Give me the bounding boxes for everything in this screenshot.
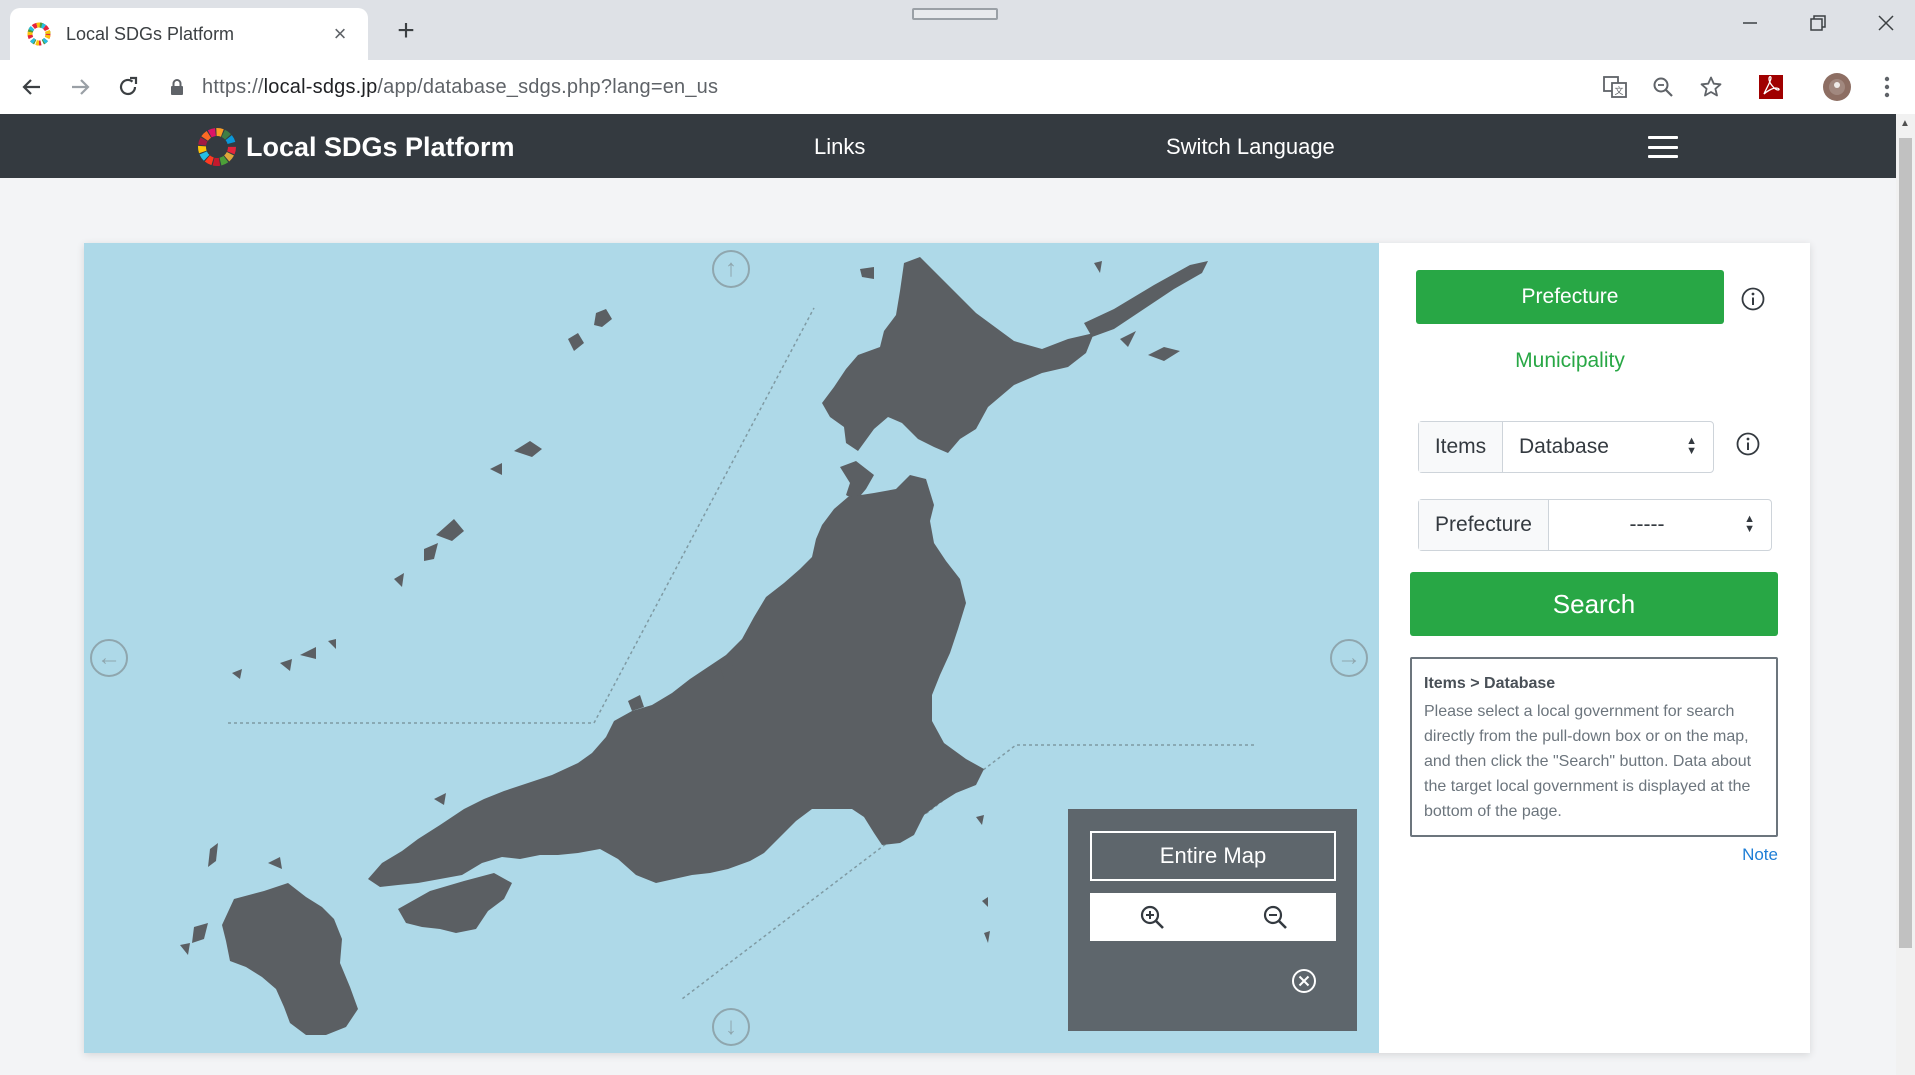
window-close-icon[interactable] — [1866, 12, 1906, 38]
svg-text:文: 文 — [1614, 85, 1623, 97]
tab-close-icon[interactable]: × — [328, 21, 352, 47]
select-caret-icon: ▲ ▼ — [1686, 435, 1697, 457]
back-icon[interactable] — [8, 63, 56, 111]
avatar[interactable] — [1820, 70, 1854, 104]
lock-icon — [171, 79, 183, 95]
municipality-link[interactable]: Municipality — [1416, 349, 1724, 373]
brand-link[interactable]: Local SDGs Platform — [196, 126, 515, 168]
map-pan-down-icon[interactable]: ↓ — [712, 1008, 750, 1046]
nav-link-links[interactable]: Links — [814, 134, 865, 160]
scroll-up-icon[interactable]: ▲ — [1900, 118, 1910, 129]
star-icon[interactable] — [1694, 70, 1728, 104]
scroll-thumb[interactable] — [1899, 138, 1912, 948]
page-scrollbar[interactable]: ▲ — [1896, 114, 1915, 1075]
items-select-group: Items Database ▲ ▼ — [1418, 421, 1714, 473]
select-caret-icon: ▲ ▼ — [1744, 513, 1755, 535]
browser-tab-strip: Local SDGs Platform × + — [0, 0, 1915, 60]
map-pan-right-icon[interactable]: → — [1330, 639, 1368, 677]
translate-icon[interactable]: 文 — [1598, 70, 1632, 104]
url-host: local-sdgs.jp — [263, 75, 378, 98]
items-select-value: Database — [1519, 435, 1609, 458]
note-link[interactable]: Note — [1700, 845, 1778, 865]
prefecture-select[interactable]: ----- ▲ ▼ — [1549, 500, 1771, 550]
sdgs-logo-icon — [198, 128, 236, 166]
help-box: Items > Database Please select a local g… — [1410, 657, 1778, 837]
brand-name: Local SDGs Platform — [246, 131, 515, 162]
items-info-icon[interactable] — [1735, 431, 1761, 457]
prefecture-label: Prefecture — [1419, 500, 1549, 550]
browser-tab[interactable]: Local SDGs Platform × — [10, 8, 368, 60]
nav-link-switch-language[interactable]: Switch Language — [1166, 134, 1335, 160]
zoom-icon[interactable] — [1646, 70, 1680, 104]
close-controls-icon[interactable] — [1290, 967, 1318, 995]
help-title: Items > Database — [1424, 675, 1556, 692]
kyushu-region — [222, 883, 358, 1035]
help-text: Please select a local government for sea… — [1424, 703, 1752, 820]
forward-icon[interactable] — [56, 63, 104, 111]
menu-icon[interactable] — [1648, 136, 1678, 158]
tab-title: Local SDGs Platform — [66, 23, 235, 44]
restore-icon[interactable] — [1798, 12, 1838, 38]
prefecture-select-group: Prefecture ----- ▲ ▼ — [1418, 499, 1772, 551]
zoom-out-icon[interactable] — [1255, 897, 1295, 937]
search-button[interactable]: Search — [1410, 572, 1778, 636]
reload-icon[interactable] — [104, 63, 152, 111]
items-select[interactable]: Database ▲ ▼ — [1503, 422, 1713, 472]
zoom-controls — [1090, 893, 1336, 941]
prefecture-select-value: ----- — [1629, 513, 1665, 536]
address-bar[interactable]: https://local-sdgs.jp/app/database_sdgs.… — [168, 66, 1588, 108]
browser-menu-icon[interactable] — [1870, 70, 1904, 104]
info-icon[interactable] — [1740, 286, 1766, 312]
items-label: Items — [1419, 422, 1503, 472]
new-tab-button[interactable]: + — [390, 16, 422, 46]
browser-toolbar: https://local-sdgs.jp/app/database_sdgs.… — [0, 60, 1915, 114]
window-drag-handle[interactable] — [912, 8, 998, 20]
pdf-icon[interactable] — [1754, 70, 1788, 104]
sdgs-favicon-icon — [27, 22, 51, 46]
hokkaido-region — [822, 257, 1094, 453]
url-path: /app/database_sdgs.php?lang=en_us — [377, 75, 719, 98]
url-prefix: https:// — [202, 75, 264, 98]
site-navbar: Local SDGs Platform Links Switch Languag… — [0, 114, 1896, 178]
map-pan-left-icon[interactable]: ← — [90, 639, 128, 677]
zoom-in-icon[interactable] — [1132, 897, 1172, 937]
entire-map-button[interactable]: Entire Map — [1090, 831, 1336, 881]
map-controls-panel: Entire Map — [1068, 809, 1357, 1031]
map-pan-up-icon[interactable]: ↑ — [712, 250, 750, 288]
minimize-icon[interactable] — [1730, 12, 1770, 38]
prefecture-button[interactable]: Prefecture — [1416, 270, 1724, 324]
url-text: https://local-sdgs.jp/app/database_sdgs.… — [202, 76, 718, 99]
